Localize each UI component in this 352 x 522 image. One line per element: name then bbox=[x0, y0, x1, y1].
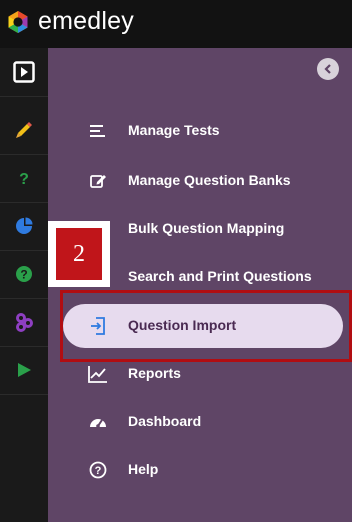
app-logo-text: emedley bbox=[38, 7, 134, 35]
rail-help[interactable]: ? bbox=[0, 250, 48, 299]
emedley-logo-icon bbox=[8, 11, 28, 33]
list-icon bbox=[88, 121, 108, 141]
menu-item-label: Manage Tests bbox=[128, 122, 220, 138]
rail-tests[interactable] bbox=[0, 106, 48, 155]
rail-reports[interactable] bbox=[0, 202, 48, 251]
pencil-icon bbox=[16, 122, 32, 138]
highlight-box bbox=[60, 290, 352, 362]
rail-questions[interactable]: ? bbox=[0, 154, 48, 203]
menu-item-manage-question-banks[interactable]: Manage Question Banks bbox=[48, 159, 352, 203]
menu-item-manage-tests[interactable]: Manage Tests bbox=[48, 109, 352, 153]
rail-panel-toggle[interactable] bbox=[0, 48, 48, 97]
question-icon: ? bbox=[19, 171, 29, 187]
collapse-menu-button[interactable] bbox=[317, 58, 339, 80]
chevron-left-icon bbox=[324, 64, 331, 74]
left-icon-rail: ? ? bbox=[0, 48, 49, 522]
help-icon: ? bbox=[88, 460, 108, 480]
rail-integrations[interactable] bbox=[0, 298, 48, 347]
menu-item-label: Dashboard bbox=[128, 413, 202, 429]
menu-item-label: Search and Print Questions bbox=[128, 268, 312, 284]
menu-item-label: Help bbox=[128, 461, 159, 477]
hexagons-icon bbox=[16, 313, 33, 332]
menu-item-label: Bulk Question Mapping bbox=[128, 220, 285, 236]
dashboard-icon bbox=[88, 412, 108, 432]
step-number: 2 bbox=[56, 228, 102, 280]
edit-icon bbox=[88, 171, 108, 191]
top-bar: emedley bbox=[0, 0, 352, 48]
svg-text:?: ? bbox=[19, 171, 29, 187]
help-circle-icon: ? bbox=[16, 266, 32, 282]
play-icon bbox=[18, 363, 31, 377]
rail-play[interactable] bbox=[0, 346, 48, 395]
svg-text:?: ? bbox=[95, 465, 102, 477]
pie-chart-icon bbox=[16, 217, 33, 234]
menu-item-dashboard[interactable]: Dashboard bbox=[48, 400, 352, 444]
menu-item-label: Manage Question Banks bbox=[128, 172, 291, 188]
chart-line-icon bbox=[88, 364, 108, 384]
svg-text:?: ? bbox=[20, 268, 27, 282]
menu-item-help[interactable]: ? Help bbox=[48, 448, 352, 492]
menu-item-label: Reports bbox=[128, 365, 181, 381]
panel-toggle-icon bbox=[13, 61, 35, 83]
step-number-badge: 2 bbox=[48, 221, 110, 287]
